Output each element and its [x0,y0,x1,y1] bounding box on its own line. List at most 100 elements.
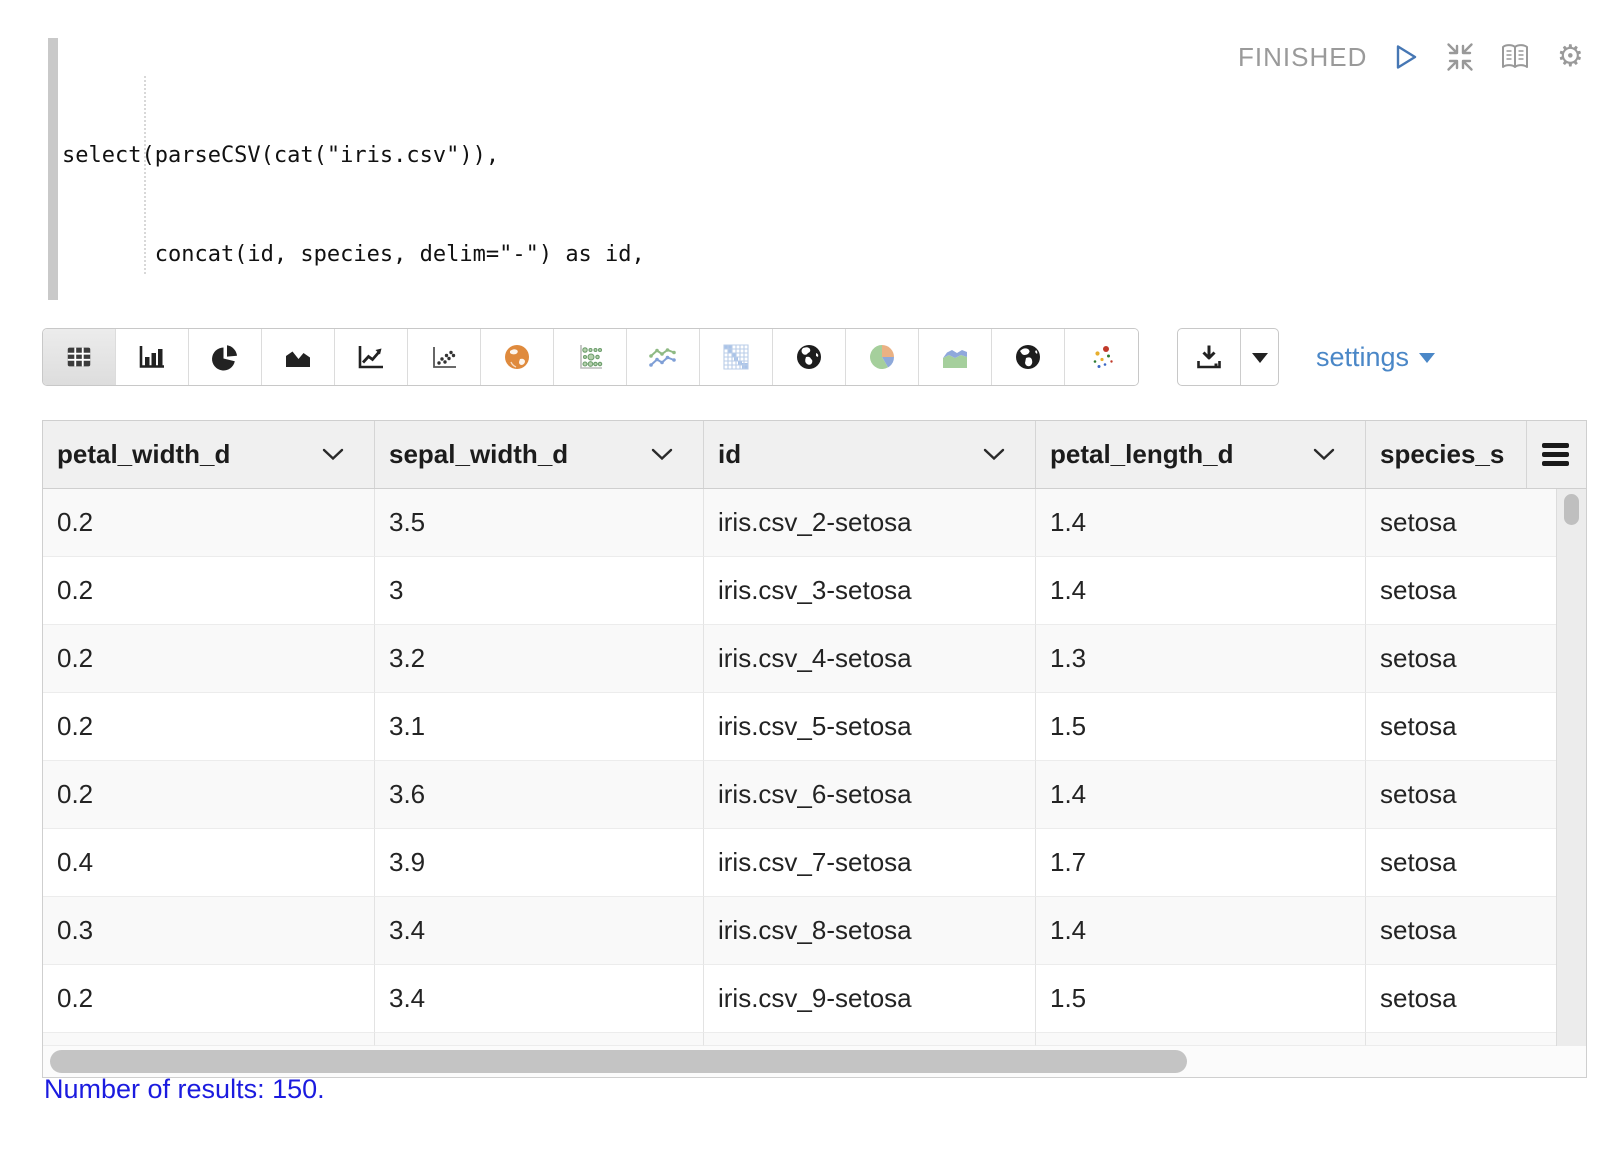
download-dropdown-button[interactable] [1241,329,1278,385]
table-cell: 1.4 [1036,489,1366,557]
chevron-down-icon[interactable] [651,448,673,461]
column-header-petal-length[interactable]: petal_length_d [1036,421,1366,488]
table-cell: 0.4 [43,829,375,897]
table-cell: 0.2 [43,965,375,1033]
download-group [1177,328,1279,386]
horizontal-scrollbar-track [43,1046,1586,1077]
run-play-icon[interactable] [1388,40,1422,74]
table-cell: iris.csv_5-setosa [704,693,1036,761]
paragraph-gutter-bar [48,38,58,300]
table-icon [64,342,94,372]
chart-btn-scatter[interactable] [408,329,481,385]
chart-btn-scatter-colored[interactable] [1065,329,1138,385]
chevron-down-icon[interactable] [322,448,344,461]
column-header-label: sepal_width_d [389,439,568,470]
chart-btn-line[interactable] [335,329,408,385]
bubble-chart-icon [574,341,606,373]
download-button[interactable] [1178,329,1241,385]
table-row: 0.2 3.6 iris.csv_6-setosa 1.4 setosa [43,761,1556,829]
pie-pastel-icon [866,341,898,373]
gear-icon[interactable]: ⚙ [1553,40,1587,74]
table-cell: 0.3 [43,897,375,965]
matrix-heatmap-icon [720,341,752,373]
chart-btn-pie-pastel[interactable] [846,329,919,385]
globe-dark-2-icon [1012,341,1044,373]
table-cell [375,1033,704,1046]
table-cell: 0.2 [43,625,375,693]
table-cell: iris.csv_3-setosa [704,557,1036,625]
bar-chart-icon [136,341,168,373]
column-header-sepal-width[interactable]: sepal_width_d [375,421,704,488]
table-row: 0.2 3 iris.csv_3-setosa 1.4 setosa [43,557,1556,625]
table-rows: 0.2 3.5 iris.csv_2-setosa 1.4 setosa 0.2… [43,489,1556,1046]
column-header-label: species_s [1380,439,1504,470]
code-line: select(parseCSV(cat("iris.csv")), [62,139,1202,172]
table-cell: iris.csv_2-setosa [704,489,1036,557]
scatter-plot-icon [428,341,460,373]
indent-guide [144,76,146,274]
table-cell: 3.5 [375,489,704,557]
table-cell [1036,1033,1366,1046]
area-chart-icon [282,341,314,373]
collapse-icon[interactable] [1443,40,1477,74]
table-cell: 3.4 [375,897,704,965]
chart-btn-map-orange[interactable] [481,329,554,385]
line-chart-icon [355,341,387,373]
columns-menu-button[interactable] [1527,421,1584,488]
table-cell: setosa [1366,897,1556,965]
chevron-down-icon[interactable] [983,448,1005,461]
table-cell [43,1033,375,1046]
table-cell: 0.2 [43,489,375,557]
settings-toggle[interactable]: settings [1316,328,1435,386]
table-cell: 0.2 [43,557,375,625]
table-row: 0.2 3.2 iris.csv_4-setosa 1.3 setosa [43,625,1556,693]
table-row: 0.3 3.4 iris.csv_8-setosa 1.4 setosa [43,897,1556,965]
column-header-species[interactable]: species_s [1366,421,1527,488]
table-cell: setosa [1366,693,1556,761]
chart-btn-area[interactable] [262,329,335,385]
table-row: 0.4 3.9 iris.csv_7-setosa 1.7 setosa [43,829,1556,897]
column-header-petal-width[interactable]: petal_width_d [43,421,375,488]
table-cell: iris.csv_7-setosa [704,829,1036,897]
table-cell: 0.2 [43,761,375,829]
chart-btn-bubble[interactable] [554,329,627,385]
code-line: concat(id, species, delim="-") as id, [62,238,1202,271]
table-cell: 1.4 [1036,557,1366,625]
notebook-icon[interactable] [1498,40,1532,74]
table-cell: setosa [1366,829,1556,897]
paragraph-status-bar: FINISHED ⚙ [1238,40,1587,74]
horizontal-scrollbar-thumb[interactable] [50,1050,1187,1073]
chevron-down-icon[interactable] [1313,448,1335,461]
chart-btn-globe[interactable] [773,329,846,385]
scatter-colored-icon [1086,341,1118,373]
chart-btn-globe-2[interactable] [992,329,1065,385]
chart-btn-heatmap[interactable] [700,329,773,385]
table-row: 0.2 3.4 iris.csv_9-setosa 1.5 setosa [43,965,1556,1033]
hamburger-menu-icon [1542,443,1569,466]
chart-btn-pie[interactable] [189,329,262,385]
table-cell: 1.3 [1036,625,1366,693]
pie-chart-icon [209,341,241,373]
globe-orange-icon [501,341,533,373]
table-row: 0.2 3.5 iris.csv_2-setosa 1.4 setosa [43,489,1556,557]
column-header-id[interactable]: id [704,421,1036,488]
table-cell: 3.4 [375,965,704,1033]
chart-btn-multi-line[interactable] [627,329,700,385]
multi-line-chart-icon [646,341,680,373]
chart-btn-stacked-area[interactable] [919,329,992,385]
table-cell [1366,1033,1556,1046]
table-row-partial [43,1033,1556,1046]
settings-caret-icon [1419,353,1435,371]
table-cell: setosa [1366,489,1556,557]
table-cell: iris.csv_8-setosa [704,897,1036,965]
table-cell: 3.2 [375,625,704,693]
chart-btn-table[interactable] [43,329,116,385]
table-cell: 1.7 [1036,829,1366,897]
display-toolbar: settings [42,328,1435,386]
settings-label: settings [1316,342,1409,373]
table-cell: iris.csv_6-setosa [704,761,1036,829]
chart-type-group [42,328,1139,386]
vertical-scrollbar-thumb[interactable] [1564,494,1579,525]
chart-btn-bar[interactable] [116,329,189,385]
status-badge: FINISHED [1238,42,1367,73]
